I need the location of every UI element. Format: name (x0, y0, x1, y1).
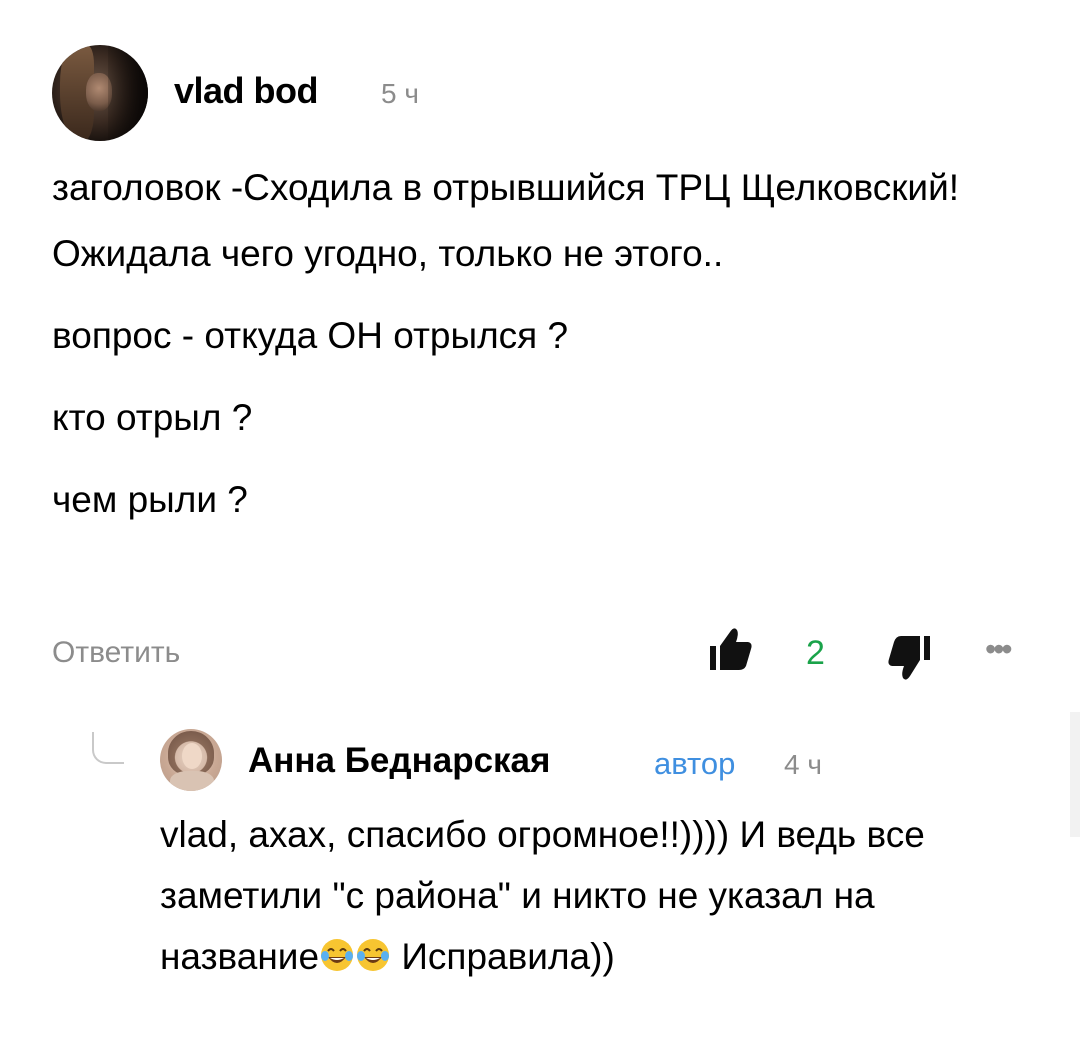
tears-of-joy-emoji (355, 930, 391, 971)
scroll-edge (1070, 712, 1080, 837)
tears-of-joy-emoji (319, 930, 355, 971)
comment-body: заголовок -Сходила в отрывшийся ТРЦ Щелк… (52, 155, 1032, 549)
avatar-body (170, 771, 214, 791)
comment-paragraph: заголовок -Сходила в отрывшийся ТРЦ Щелк… (52, 167, 960, 274)
comment-paragraph: вопрос - откуда ОН отрылся ? (52, 315, 569, 356)
comment-actions: Ответить 2 ••• (0, 620, 1080, 690)
comment-time: 5 ч (381, 78, 419, 109)
comment-paragraph: чем рыли ? (52, 479, 248, 520)
more-options-icon[interactable]: ••• (985, 633, 1031, 665)
reply-time: 4 ч (784, 749, 822, 780)
like-button[interactable] (708, 624, 754, 674)
author-badge: автор (654, 746, 736, 781)
thumbs-down-icon (888, 636, 930, 680)
reply-body: vlad, ахах, спасибо огромное!!)))) И вед… (160, 804, 1040, 987)
reply-text-end: Исправила)) (391, 936, 615, 977)
comment-paragraph: кто отрыл ? (52, 397, 253, 438)
avatar-shade (108, 45, 148, 141)
comment-author[interactable]: vlad bod (174, 70, 319, 112)
reply-thread-line (92, 732, 124, 764)
like-count: 2 (806, 634, 825, 672)
reply-author[interactable]: Анна Беднарская (248, 741, 550, 781)
avatar-face (182, 743, 202, 769)
avatar[interactable] (52, 45, 148, 141)
reply-button[interactable]: Ответить (52, 636, 180, 670)
dislike-button[interactable] (886, 632, 932, 686)
thumbs-up-icon (710, 628, 752, 670)
reply-avatar[interactable] (160, 729, 222, 791)
